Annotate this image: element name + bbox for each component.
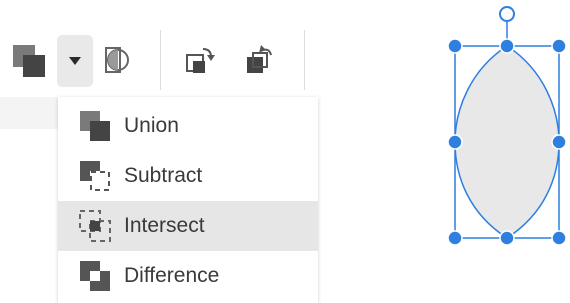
menu-item-union[interactable]: Union (58, 101, 318, 151)
editor-stage: Union Subtract Intersect Difference (0, 0, 570, 303)
intersect-icon (79, 210, 111, 242)
menu-item-label: Difference (124, 264, 220, 287)
boolean-dropdown-button[interactable] (57, 35, 93, 87)
bring-forward-icon (186, 48, 215, 73)
menu-item-subtract[interactable]: Subtract (58, 151, 318, 201)
send-backward-button[interactable] (238, 40, 280, 82)
union-squares-icon (13, 45, 45, 77)
resize-handle-top[interactable] (499, 38, 515, 54)
menu-item-label: Subtract (124, 164, 203, 187)
difference-icon (80, 261, 110, 291)
toolbar (0, 0, 318, 97)
rotation-handle[interactable] (499, 6, 515, 22)
menu-item-intersect[interactable]: Intersect (58, 201, 318, 251)
caret-down-icon (69, 57, 81, 65)
union-icon (80, 111, 110, 141)
subtract-icon (80, 161, 110, 191)
toolbar-separator (304, 30, 305, 90)
resize-handle-right[interactable] (551, 134, 567, 150)
menu-item-difference[interactable]: Difference (58, 251, 318, 301)
resize-handle-top-left[interactable] (447, 38, 463, 54)
boolean-operations-button[interactable] (8, 40, 50, 82)
ellipse-shape (454, 45, 560, 239)
mask-button[interactable] (100, 40, 134, 82)
mask-icon (105, 47, 129, 73)
resize-handle-left[interactable] (447, 134, 463, 150)
resize-handle-bottom[interactable] (499, 230, 515, 246)
selected-ellipse-shape[interactable] (430, 0, 570, 303)
resize-handle-bottom-left[interactable] (447, 230, 463, 246)
menu-item-label: Union (124, 114, 179, 137)
toolbar-separator (160, 30, 161, 90)
resize-handle-top-right[interactable] (551, 38, 567, 54)
resize-handle-bottom-right[interactable] (551, 230, 567, 246)
bring-forward-button[interactable] (178, 40, 220, 82)
boolean-operations-menu: Union Subtract Intersect Difference (58, 97, 318, 303)
send-backward-icon (247, 45, 272, 73)
menu-item-label: Intersect (124, 214, 205, 237)
